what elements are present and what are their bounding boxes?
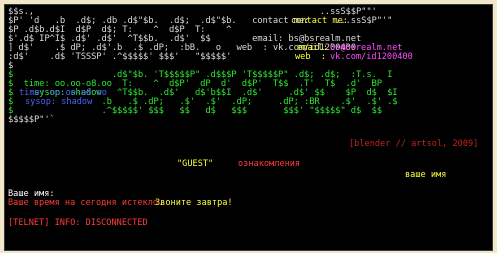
telnet-terminal-window: $$s., ..ssS$$P""' $P' 'd .b .d$; .db .d$"… [4, 4, 493, 251]
art-credit: [blender // artsol, 2009] [349, 139, 479, 149]
web-label: web : [295, 52, 327, 62]
your-name-hint: ваше имя [405, 170, 447, 180]
call-tomorrow-message: Звоните завтра! [155, 198, 233, 208]
time-expired-message: Ваше время на сегодня истекло. [8, 198, 164, 208]
telnet-status: [TELNET] INFO: DISCONNECTED [8, 218, 148, 228]
ansi-art-line: $$$$$P"'` [8, 115, 55, 125]
guest-description: ознакомления [238, 159, 301, 169]
contact-label: contact me: [291, 16, 348, 26]
web-value: vk.com/id1200400 [330, 52, 413, 62]
guest-login-hint: "GUEST" [177, 159, 214, 169]
ansi-art-line: :d$' .d$ 'TSSSP' .^$$$$$' $$$' "$$$$$' [8, 52, 232, 62]
sysop-name: sysop: shadow [25, 97, 93, 107]
ansi-art-line: $ .^$$$$$' $$$ $$ d$ $$$ $$$' "$$$$$" d$… [8, 106, 382, 116]
